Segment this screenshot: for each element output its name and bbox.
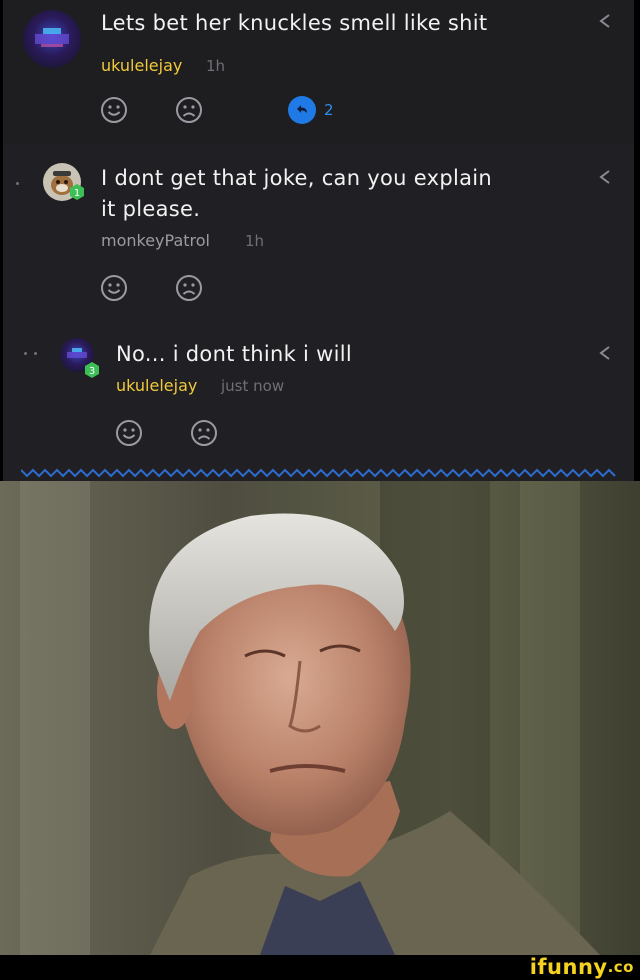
username[interactable]: ukulelejay <box>116 376 197 396</box>
timestamp: 1h <box>206 57 226 75</box>
timestamp: 1h <box>245 232 265 250</box>
meme-canvas: Lets bet her knuckles smell like shit uk… <box>0 0 640 980</box>
reply-count[interactable]: 2 <box>324 100 334 120</box>
username[interactable]: ukulelejay <box>101 56 182 76</box>
ifunny-watermark: ifunny.co <box>530 955 634 980</box>
comment-text: Lets bet her knuckles smell like shit <box>101 11 488 35</box>
comment-thread: Lets bet her knuckles smell like shit uk… <box>3 0 634 481</box>
comment-reply-1: 1 I dont get that joke, can you explain … <box>3 143 634 308</box>
level-number: 1 <box>74 188 80 199</box>
frown-icon[interactable] <box>175 274 203 302</box>
smile-icon[interactable] <box>100 274 128 302</box>
share-icon[interactable] <box>596 12 614 30</box>
watermark-text: ifunny <box>529 955 608 979</box>
smile-icon[interactable] <box>100 96 128 124</box>
avatar-image <box>35 28 69 47</box>
frown-icon[interactable] <box>190 419 218 447</box>
thread-dot <box>34 352 37 355</box>
thread-dot <box>16 182 19 185</box>
frown-icon[interactable] <box>175 96 203 124</box>
avatar[interactable] <box>23 10 81 68</box>
comment-text: No... i dont think i will <box>116 342 353 366</box>
thread-dot <box>24 352 27 355</box>
comment-top: Lets bet her knuckles smell like shit uk… <box>3 0 634 143</box>
reply-icon <box>297 105 307 113</box>
share-icon[interactable] <box>596 344 614 362</box>
reaction-photo <box>0 481 640 955</box>
level-badge: 3 <box>85 362 99 378</box>
reply-button[interactable] <box>288 96 316 124</box>
watermark-suffix: .co <box>607 958 634 976</box>
comment-text-line-2: it please. <box>101 197 201 221</box>
wavy-divider <box>21 468 616 478</box>
timestamp: just now <box>221 377 285 395</box>
comment-text-line-1: I dont get that joke, can you explain <box>101 166 493 190</box>
level-badge: 1 <box>70 184 84 200</box>
username[interactable]: monkeyPatrol <box>101 231 210 251</box>
share-icon[interactable] <box>596 168 614 186</box>
level-number: 3 <box>89 366 95 377</box>
smile-icon[interactable] <box>115 419 143 447</box>
comment-reply-2: 3 No... i dont think i will ukulelejay j… <box>3 325 634 455</box>
